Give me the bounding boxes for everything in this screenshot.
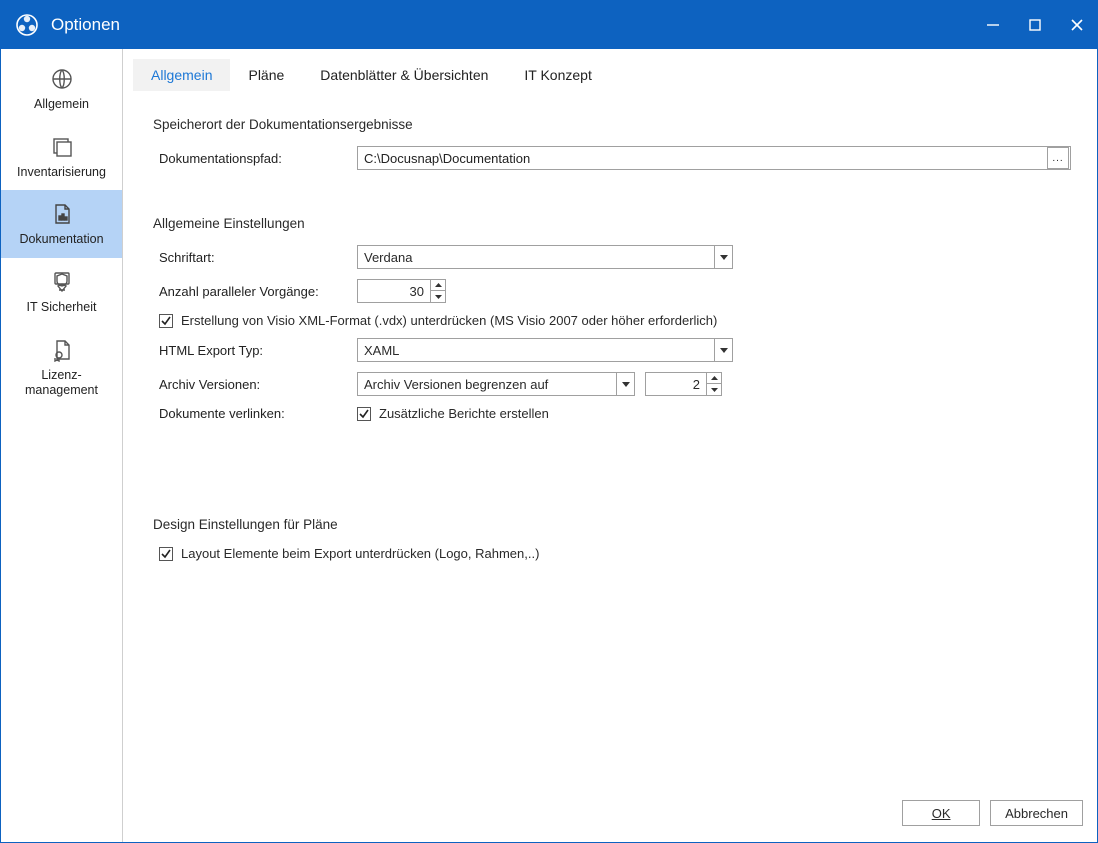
window-titlebar: Optionen bbox=[1, 1, 1097, 49]
tab-itkonzept[interactable]: IT Konzept bbox=[506, 59, 609, 91]
parallel-spinner[interactable]: 30 bbox=[357, 279, 446, 303]
browse-button[interactable]: ... bbox=[1047, 147, 1069, 169]
font-select[interactable]: Verdana bbox=[357, 245, 733, 269]
font-label: Schriftart: bbox=[159, 250, 357, 265]
ok-button[interactable]: OK bbox=[902, 800, 980, 826]
spinner-down-icon[interactable] bbox=[707, 384, 721, 395]
sidebar: Allgemein Inventarisierung bbox=[1, 49, 123, 842]
doc-path-label: Dokumentationspfad: bbox=[159, 151, 357, 166]
window-title: Optionen bbox=[51, 15, 120, 35]
dialog-footer: OK Abbrechen bbox=[123, 790, 1097, 842]
section-heading-general: Allgemeine Einstellungen bbox=[153, 216, 1071, 231]
archive-count-spinner[interactable]: 2 bbox=[645, 372, 722, 396]
suppress-vdx-label: Erstellung von Visio XML-Format (.vdx) u… bbox=[181, 313, 717, 328]
sidebar-item-label: Lizenz- management bbox=[25, 368, 98, 399]
suppress-vdx-checkbox[interactable] bbox=[159, 314, 173, 328]
font-value: Verdana bbox=[358, 250, 714, 265]
sidebar-item-label: Allgemein bbox=[34, 97, 89, 113]
close-button[interactable] bbox=[1063, 11, 1091, 39]
document-chart-icon bbox=[48, 200, 76, 228]
globe-icon bbox=[48, 65, 76, 93]
cancel-button[interactable]: Abbrechen bbox=[990, 800, 1083, 826]
archive-mode-select[interactable]: Archiv Versionen begrenzen auf bbox=[357, 372, 635, 396]
doc-path-value: C:\Docusnap\Documentation bbox=[358, 151, 1043, 166]
maximize-button[interactable] bbox=[1021, 11, 1049, 39]
sidebar-item-it-sicherheit[interactable]: IT Sicherheit bbox=[1, 258, 122, 326]
parallel-value: 30 bbox=[358, 284, 430, 299]
html-export-label: HTML Export Typ: bbox=[159, 343, 357, 358]
inventory-icon bbox=[48, 133, 76, 161]
spinner-up-icon[interactable] bbox=[431, 280, 445, 291]
tab-plaene[interactable]: Pläne bbox=[230, 59, 302, 91]
doc-path-input[interactable]: C:\Docusnap\Documentation ... bbox=[357, 146, 1071, 170]
sidebar-item-inventarisierung[interactable]: Inventarisierung bbox=[1, 123, 122, 191]
shield-icon bbox=[48, 268, 76, 296]
suppress-layout-checkbox[interactable] bbox=[159, 547, 173, 561]
archive-count-value: 2 bbox=[646, 377, 706, 392]
link-docs-label: Dokumente verlinken: bbox=[159, 406, 357, 421]
sidebar-item-label: Dokumentation bbox=[19, 232, 103, 248]
tab-allgemein[interactable]: Allgemein bbox=[133, 59, 230, 91]
archive-mode-value: Archiv Versionen begrenzen auf bbox=[358, 377, 616, 392]
sidebar-item-dokumentation[interactable]: Dokumentation bbox=[1, 190, 122, 258]
parallel-label: Anzahl paralleler Vorgänge: bbox=[159, 284, 357, 299]
app-icon bbox=[15, 13, 39, 37]
sidebar-item-label: Inventarisierung bbox=[17, 165, 106, 181]
section-heading-design: Design Einstellungen für Pläne bbox=[153, 517, 1071, 532]
suppress-layout-label: Layout Elemente beim Export unterdrücken… bbox=[181, 546, 539, 561]
chevron-down-icon[interactable] bbox=[714, 339, 732, 361]
html-export-value: XAML bbox=[358, 343, 714, 358]
section-heading-storage: Speicherort der Dokumentationsergebnisse bbox=[153, 117, 1071, 132]
spinner-down-icon[interactable] bbox=[431, 291, 445, 302]
license-icon bbox=[48, 336, 76, 364]
extra-reports-checkbox[interactable] bbox=[357, 407, 371, 421]
sidebar-item-label: IT Sicherheit bbox=[27, 300, 97, 316]
html-export-select[interactable]: XAML bbox=[357, 338, 733, 362]
extra-reports-label: Zusätzliche Berichte erstellen bbox=[379, 406, 549, 421]
spinner-up-icon[interactable] bbox=[707, 373, 721, 384]
sidebar-item-lizenz-management[interactable]: Lizenz- management bbox=[1, 326, 122, 409]
archive-label: Archiv Versionen: bbox=[159, 377, 357, 392]
sidebar-item-allgemein[interactable]: Allgemein bbox=[1, 55, 122, 123]
chevron-down-icon[interactable] bbox=[616, 373, 634, 395]
tab-strip: Allgemein Pläne Datenblätter & Übersicht… bbox=[123, 49, 1097, 91]
ok-label: OK bbox=[932, 806, 951, 821]
minimize-button[interactable] bbox=[979, 11, 1007, 39]
tab-datenblaetter[interactable]: Datenblätter & Übersichten bbox=[302, 59, 506, 91]
chevron-down-icon[interactable] bbox=[714, 246, 732, 268]
